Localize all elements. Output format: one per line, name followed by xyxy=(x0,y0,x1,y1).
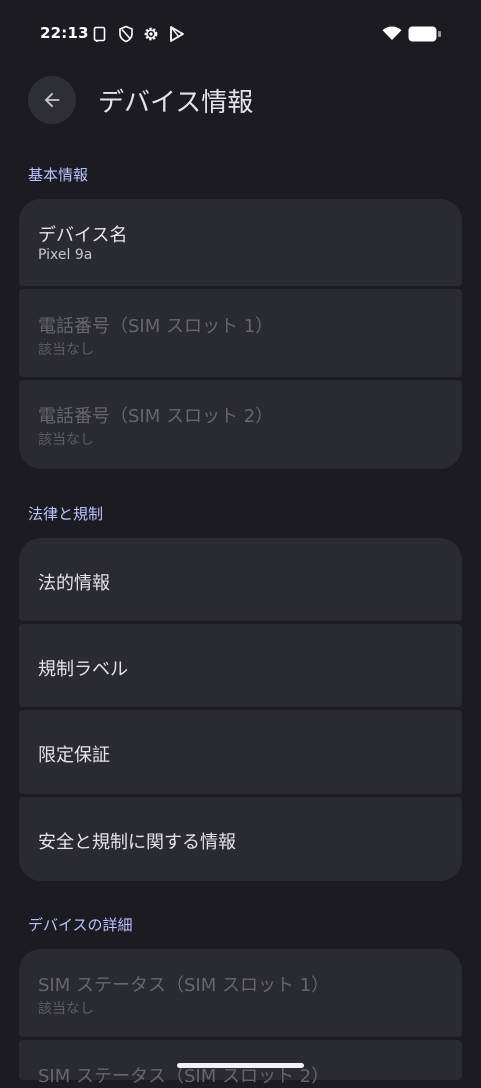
battery-icon xyxy=(408,26,441,42)
gesture-nav-handle[interactable] xyxy=(177,1063,304,1068)
sim-status-sim1-item: SIM ステータス（SIM スロット 1） 該当なし xyxy=(19,949,462,1037)
item-title: 規制ラベル xyxy=(38,659,128,680)
phone-number-sim1-item: 電話番号（SIM スロット 1） 該当なし xyxy=(19,289,462,377)
page-title: デバイス情報 xyxy=(98,88,254,118)
item-title: デバイス名 xyxy=(38,225,128,246)
item-title: SIM ステータス（SIM スロット 1） xyxy=(38,975,330,996)
item-title: 電話番号（SIM スロット 2） xyxy=(38,406,274,427)
item-subtitle: Pixel 9a xyxy=(38,247,93,263)
item-subtitle: 該当なし xyxy=(38,1001,94,1017)
item-title: 安全と規制に関する情報 xyxy=(38,832,236,853)
item-title: 限定保証 xyxy=(38,745,110,766)
settings-gear-icon xyxy=(144,27,158,41)
device-name-item[interactable]: デバイス名 Pixel 9a xyxy=(19,199,462,286)
status-time: 22:13 xyxy=(40,24,89,42)
legal-info-item[interactable]: 法的情報 xyxy=(19,538,462,621)
section-header-basic: 基本情報 xyxy=(28,166,89,184)
section-header-legal: 法律と規制 xyxy=(28,505,104,523)
section-header-details: デバイスの詳細 xyxy=(28,916,133,934)
sim-status-sim2-item: SIM ステータス（SIM スロット 2） xyxy=(19,1040,462,1087)
vpn-shield-icon xyxy=(119,25,133,43)
back-button[interactable] xyxy=(28,76,76,124)
phone-number-sim2-item: 電話番号（SIM スロット 2） 該当なし xyxy=(19,380,462,469)
arrow-back-icon xyxy=(44,92,60,108)
item-subtitle: 該当なし xyxy=(38,342,94,358)
screenshot-icon xyxy=(93,26,106,42)
limited-warranty-item[interactable]: 限定保証 xyxy=(19,710,462,794)
status-bar: 22:13 xyxy=(0,0,481,68)
item-subtitle: 該当なし xyxy=(38,432,94,448)
play-store-icon xyxy=(170,26,184,42)
item-title: 法的情報 xyxy=(38,573,110,594)
item-title: 電話番号（SIM スロット 1） xyxy=(38,316,274,337)
regulatory-labels-item[interactable]: 規制ラベル xyxy=(19,624,462,707)
safety-regulatory-item[interactable]: 安全と規制に関する情報 xyxy=(19,797,462,881)
wifi-icon xyxy=(382,26,402,40)
